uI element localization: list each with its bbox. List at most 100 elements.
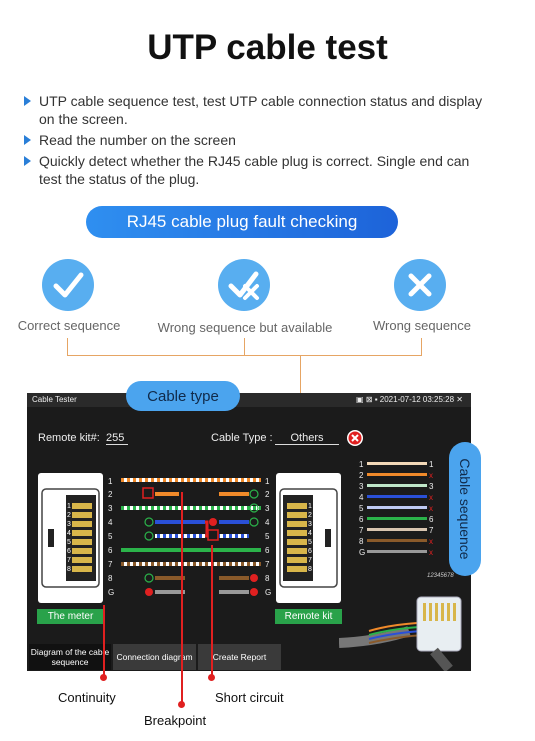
svg-text:4: 4 (67, 530, 71, 537)
page-title: UTP cable test (147, 28, 388, 67)
rj45-plug-image (339, 596, 462, 671)
error-icon (346, 429, 364, 447)
wire-8-right (219, 576, 249, 580)
remote-kit-jack: 1 2 3 4 5 6 7 8 (276, 473, 341, 603)
svg-text:x: x (429, 537, 433, 546)
pin-label: 1 (108, 477, 113, 486)
fault-box (207, 529, 219, 541)
svg-text:6: 6 (308, 548, 312, 555)
svg-text:1: 1 (429, 461, 434, 469)
pointer-dot (100, 674, 107, 681)
wire-6 (121, 548, 261, 552)
pin-label: 3 (108, 504, 113, 513)
short-bridge (205, 520, 209, 538)
pin-label: 4 (108, 518, 113, 527)
list-item: Read the number on the screen (22, 131, 492, 149)
tester-screen: Cable Tester ▣ ⊠ ▪ 2021-07-12 03:25:28 ✕… (27, 393, 471, 671)
svg-text:8: 8 (359, 537, 364, 546)
cable-type-value: Others (275, 432, 339, 445)
status-icons: ▣ ⊠ ▪ (356, 395, 380, 404)
wire-7 (121, 562, 261, 566)
svg-text:1: 1 (359, 461, 364, 469)
wire-1 (121, 478, 261, 482)
svg-text:3: 3 (429, 482, 434, 491)
cable-type-label: Cable Type : (211, 432, 273, 444)
pin-label: 6 (265, 546, 270, 555)
pin-label: G (108, 588, 114, 597)
bracket-line (421, 338, 422, 356)
wire-3 (121, 506, 261, 510)
wire-5-left (155, 534, 205, 538)
svg-text:2: 2 (67, 512, 71, 519)
feature-list: UTP cable sequence test, test UTP cable … (22, 92, 492, 191)
pin-label: 5 (265, 532, 270, 541)
svg-text:7: 7 (359, 526, 364, 535)
pin-label: 5 (108, 532, 113, 541)
cross-icon (394, 259, 446, 311)
svg-text:6: 6 (429, 515, 434, 524)
cable-sequence-list: 1 2 3 4 5 6 7 8 G 1 x 3 x x 6 7 x x (359, 461, 434, 557)
wire-5-right (219, 534, 249, 538)
pin-label: 8 (108, 574, 113, 583)
svg-text:3: 3 (359, 482, 364, 491)
fault-box (142, 487, 154, 499)
svg-text:8: 8 (308, 566, 312, 573)
svg-text:3: 3 (308, 521, 312, 528)
svg-text:5: 5 (359, 504, 364, 513)
tab-connection-diagram[interactable]: Connection diagram (113, 644, 196, 670)
svg-text:7: 7 (308, 557, 312, 564)
fault-checking-banner: RJ45 cable plug fault checking (86, 206, 398, 238)
svg-text:4: 4 (308, 530, 312, 537)
pin-label: 7 (265, 560, 270, 569)
close-icon[interactable]: ✕ (454, 395, 463, 404)
remote-kit-label: Remote kit#: (38, 432, 100, 444)
svg-text:6: 6 (67, 548, 71, 555)
pin-label: 8 (265, 574, 270, 583)
bracket-line (67, 355, 422, 356)
list-item: UTP cable sequence test, test UTP cable … (22, 92, 492, 128)
wire-g-right (219, 590, 249, 594)
pin-label: 2 (108, 490, 113, 499)
cable-type-callout: Cable type (126, 381, 240, 411)
svg-text:3: 3 (67, 521, 71, 528)
pin-label: 2 (265, 490, 270, 499)
app-title: Cable Tester (32, 395, 77, 404)
wire-2-left (155, 492, 179, 496)
svg-text:x: x (429, 504, 433, 513)
breakpoint-pointer (181, 492, 183, 702)
continuity-label: Continuity (58, 690, 116, 705)
svg-text:7: 7 (67, 557, 71, 564)
list-item: Quickly detect whether the RJ45 cable pl… (22, 152, 492, 188)
svg-text:x: x (429, 471, 433, 480)
pin-label: 3 (265, 504, 270, 513)
svg-text:5: 5 (308, 539, 312, 546)
pin-label: 7 (108, 560, 113, 569)
continuity-pointer (103, 605, 105, 675)
short-circuit-label: Short circuit (215, 690, 284, 705)
svg-text:x: x (429, 548, 433, 557)
pointer-dot (208, 674, 215, 681)
bracket-line (67, 338, 68, 356)
wiring-diagram: 1 2 3 4 5 6 7 8 G 1 2 3 4 5 6 7 8 G (108, 477, 271, 597)
svg-text:4: 4 (359, 493, 364, 502)
bracket-line (244, 338, 245, 356)
svg-text:5: 5 (67, 539, 71, 546)
svg-text:2: 2 (359, 471, 364, 480)
check-icon (42, 259, 94, 311)
svg-text:x: x (429, 493, 433, 502)
status-caption: Wrong sequence (372, 318, 472, 333)
bullet-triangle-icon (24, 135, 31, 145)
svg-text:G: G (359, 548, 365, 557)
tab-cable-sequence[interactable]: Diagram of the cable sequence (29, 644, 111, 670)
breakpoint-label: Breakpoint (144, 713, 207, 728)
wire-4-right (219, 520, 249, 524)
bullet-triangle-icon (24, 156, 31, 166)
check-cross-icon (218, 259, 270, 311)
serial-number: 12345678 (427, 573, 454, 579)
remote-kit-value: 255 (106, 432, 128, 445)
svg-text:1: 1 (308, 503, 312, 510)
pin-label: 1 (265, 477, 270, 486)
svg-text:2: 2 (308, 512, 312, 519)
svg-text:7: 7 (429, 526, 434, 535)
meter-label: The meter (37, 609, 104, 624)
